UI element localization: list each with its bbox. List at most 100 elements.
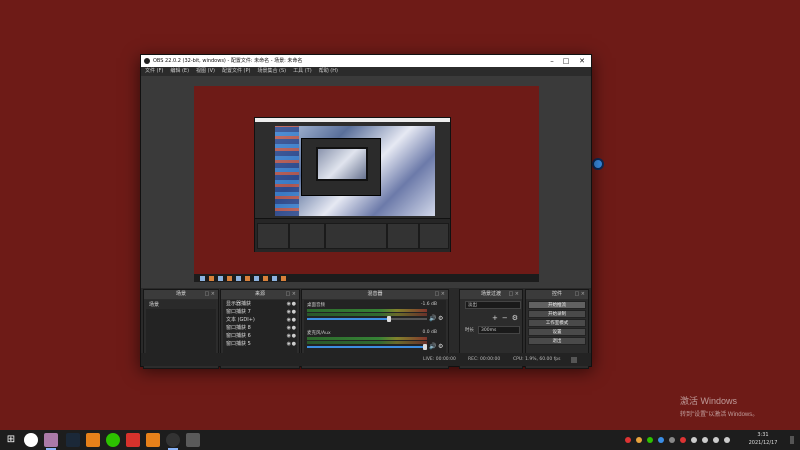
taskbar: ⊞ 3:31 2021/12/17 <box>0 430 800 450</box>
clock-date: 2021/12/17 <box>748 440 778 446</box>
lock-icon[interactable]: ● <box>292 340 296 348</box>
volume-slider[interactable] <box>307 344 427 350</box>
lock-icon[interactable]: ● <box>292 324 296 332</box>
speaker-icon[interactable]: 🔊 <box>429 343 436 350</box>
window-title: OBS 22.0.2 (32-bit, windows) - 配置文件: 未命名… <box>153 58 303 64</box>
volume-meter <box>307 337 427 340</box>
windows-start-icon[interactable]: ⊞ <box>4 433 18 447</box>
dock-float-close-icon[interactable]: □ × <box>285 290 296 299</box>
mixer-title: 混音器 <box>367 291 383 297</box>
dock-float-close-icon[interactable]: □ × <box>508 290 519 299</box>
gear-icon[interactable]: ⚙ <box>438 315 443 322</box>
eye-icon[interactable]: ◉ <box>287 332 291 340</box>
clock-time: 3:31 <box>757 432 769 438</box>
rec-timer: REC: 00:00:00 <box>468 357 501 362</box>
nested-inner-preview <box>316 147 368 181</box>
status-bar: LIVE: 00:00:00 REC: 00:00:00 CPU: 1.9%, … <box>141 353 591 366</box>
tray-icon[interactable] <box>658 437 664 443</box>
lock-icon[interactable]: ● <box>292 332 296 340</box>
start-streaming-button[interactable]: 开始推流 <box>528 301 586 309</box>
menu-bar: 文件 (F) 编辑 (E) 视图 (V) 配置文件 (P) 场景集合 (S) 工… <box>141 67 591 76</box>
nested-dock <box>325 223 387 249</box>
lock-icon[interactable]: ● <box>292 308 296 316</box>
tray-icon[interactable] <box>625 437 631 443</box>
volume-knob[interactable] <box>387 316 391 322</box>
scene-item[interactable]: 场景 <box>146 300 216 309</box>
dock-float-close-icon[interactable]: □ × <box>574 290 585 299</box>
dock-float-close-icon[interactable]: □ × <box>434 290 445 299</box>
preview-canvas[interactable] <box>194 86 539 282</box>
exit-button[interactable]: 退出 <box>528 337 586 345</box>
title-bar: OBS 22.0.2 (32-bit, windows) - 配置文件: 未命名… <box>141 55 591 67</box>
start-recording-button[interactable]: 开始录制 <box>528 310 586 318</box>
input-method-icon[interactable] <box>724 437 730 443</box>
tray-icon[interactable] <box>636 437 642 443</box>
obs-icon[interactable] <box>166 433 180 447</box>
notification-icon[interactable] <box>790 436 794 444</box>
tray-icon[interactable] <box>680 437 686 443</box>
lock-icon[interactable]: ● <box>292 316 296 324</box>
tray-icon[interactable] <box>647 437 653 443</box>
menu-tools[interactable]: 工具 (T) <box>293 67 312 76</box>
speaker-icon[interactable]: 🔊 <box>429 315 436 322</box>
source-item[interactable]: 窗口捕获 8 ◉ ● <box>223 324 297 332</box>
gear-icon[interactable]: ⚙ <box>438 343 443 350</box>
track-name: 桌面音频 <box>307 303 325 308</box>
maximize-button[interactable]: □ <box>559 55 573 67</box>
nested-title-bar <box>255 118 450 122</box>
volume-slider[interactable] <box>307 316 427 322</box>
menu-edit[interactable]: 编辑 (E) <box>170 67 189 76</box>
steam-icon[interactable] <box>66 433 80 447</box>
activate-title: 激活 Windows <box>680 396 738 406</box>
eye-icon[interactable]: ◉ <box>287 340 291 348</box>
menu-scene-collection[interactable]: 场景集合 (S) <box>257 67 286 76</box>
source-item[interactable]: 窗口捕获 6 ◉ ● <box>223 332 297 340</box>
app-icon[interactable] <box>44 433 58 447</box>
minimize-button[interactable]: – <box>545 55 559 67</box>
scenes-title: 场景 <box>175 291 186 297</box>
source-item[interactable]: 显示器捕获 ◉ ● <box>223 300 297 308</box>
activate-subtitle: 转到"设置"以激活 Windows。 <box>680 412 759 418</box>
remove-icon[interactable]: − <box>502 314 508 322</box>
add-icon[interactable]: + <box>492 314 498 322</box>
menu-help[interactable]: 帮助 (H) <box>319 67 338 76</box>
settings-button[interactable]: 设置 <box>528 328 586 336</box>
app-icon[interactable] <box>186 433 200 447</box>
chrome-icon[interactable] <box>24 433 38 447</box>
preview-area[interactable] <box>141 76 591 288</box>
duration-input[interactable]: 300ms <box>478 326 520 334</box>
source-item[interactable]: 文本 (GDI+) ◉ ● <box>223 316 297 324</box>
volume-meter <box>307 313 427 316</box>
clock[interactable]: 3:31 2021/12/17 <box>740 431 786 447</box>
volume-icon[interactable] <box>713 437 719 443</box>
menu-profile[interactable]: 配置文件 (P) <box>222 67 251 76</box>
nested-docks <box>255 218 450 252</box>
source-label: 窗口捕获 6 <box>226 333 251 339</box>
dock-float-close-icon[interactable]: □ × <box>204 290 215 299</box>
app-icon[interactable] <box>146 433 160 447</box>
transition-type-select[interactable]: 淡出 <box>465 301 521 309</box>
wps-icon[interactable] <box>126 433 140 447</box>
tray-icon[interactable] <box>669 437 675 443</box>
obs-app-icon <box>144 58 150 64</box>
eye-icon[interactable]: ◉ <box>287 300 291 308</box>
network-icon[interactable] <box>702 437 708 443</box>
volume-meter <box>307 341 427 344</box>
source-label: 窗口捕获 5 <box>226 341 251 347</box>
eye-icon[interactable]: ◉ <box>287 316 291 324</box>
volume-meter <box>307 309 427 312</box>
menu-view[interactable]: 视图 (V) <box>196 67 215 76</box>
volume-knob[interactable] <box>423 344 427 350</box>
menu-file[interactable]: 文件 (F) <box>145 67 163 76</box>
source-item[interactable]: 窗口捕获 5 ◉ ● <box>223 340 297 348</box>
app-icon[interactable] <box>86 433 100 447</box>
wechat-icon[interactable] <box>106 433 120 447</box>
close-button[interactable]: ✕ <box>575 55 589 67</box>
gear-icon[interactable]: ⚙ <box>512 314 518 322</box>
lock-icon[interactable]: ● <box>292 300 296 308</box>
studio-mode-button[interactable]: 工作室模式 <box>528 319 586 327</box>
eye-icon[interactable]: ◉ <box>287 324 291 332</box>
microphone-icon[interactable] <box>691 437 697 443</box>
eye-icon[interactable]: ◉ <box>287 308 291 316</box>
source-item[interactable]: 窗口捕获 7 ◉ ● <box>223 308 297 316</box>
